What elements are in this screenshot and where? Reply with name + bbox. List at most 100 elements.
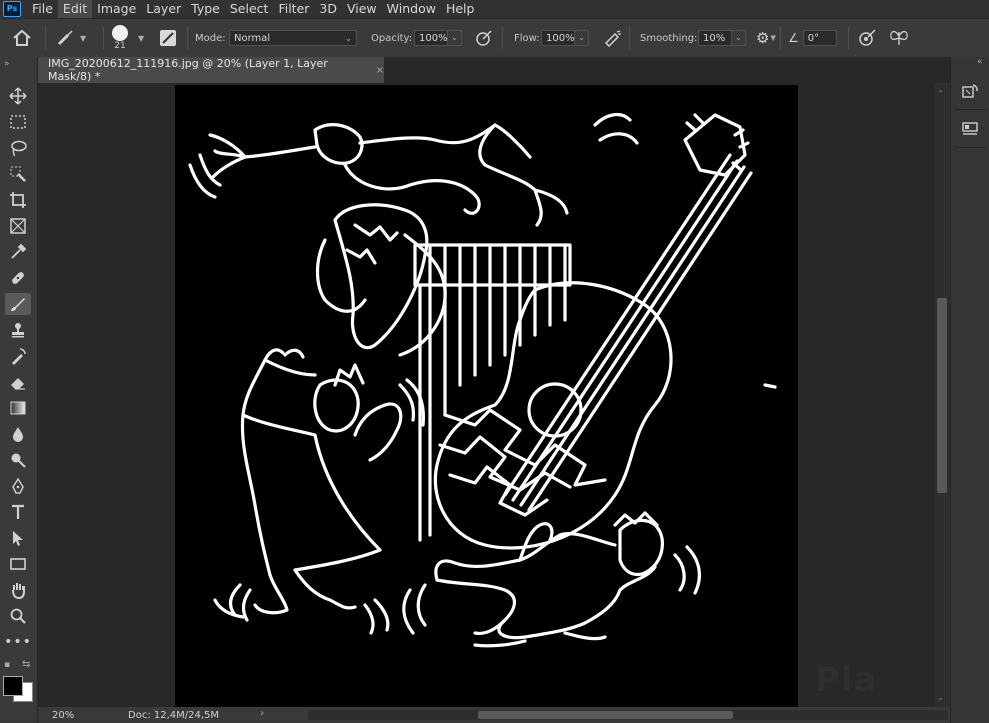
status-bar: 20% Doc: 12,4M/24,5M › xyxy=(38,707,950,723)
blur-icon xyxy=(13,427,23,442)
marquee-icon xyxy=(10,115,26,129)
crop-tool[interactable] xyxy=(5,189,31,211)
chevron-down-icon[interactable]: ▼ xyxy=(138,34,144,43)
document-tab[interactable]: IMG_20200612_111916.jpg @ 20% (Layer 1, … xyxy=(38,57,384,83)
pressure-size-button[interactable] xyxy=(857,19,877,57)
vertical-scrollbar[interactable]: ⌃ ⌄ xyxy=(934,83,950,707)
swap-colors-icon[interactable]: ⇆ xyxy=(22,659,30,670)
smoothing-dropdown[interactable]: ⌄ xyxy=(732,30,746,46)
brush-size-label: 21 xyxy=(114,41,126,51)
edit-toolbar-button[interactable]: ••• xyxy=(4,631,32,653)
chevron-down-icon: ▼ xyxy=(770,34,776,42)
foreground-color-swatch[interactable] xyxy=(3,676,23,696)
stamp-tool[interactable] xyxy=(5,319,31,341)
gradient-tool[interactable] xyxy=(5,397,31,419)
menu-view[interactable]: View xyxy=(342,0,382,18)
collapse-toolbar-icon[interactable]: » xyxy=(4,59,10,69)
more-icon: ••• xyxy=(4,634,32,650)
lasso-icon xyxy=(11,140,27,157)
pen-tool[interactable] xyxy=(5,475,31,497)
angle-input[interactable]: 0° xyxy=(802,30,837,46)
tools-panel: » ••• ▪ ⇆ xyxy=(0,57,38,723)
scroll-up-icon[interactable]: ⌃ xyxy=(937,89,944,98)
horizontal-scroll-thumb[interactable] xyxy=(478,711,733,719)
canvas-area[interactable] xyxy=(38,83,934,707)
lasso-tool[interactable] xyxy=(5,137,31,159)
chevron-down-icon: ⌄ xyxy=(344,34,352,44)
close-icon[interactable]: × xyxy=(376,65,384,76)
brush-settings-button[interactable] xyxy=(158,19,178,57)
dodge-tool[interactable] xyxy=(5,449,31,471)
frame-tool[interactable] xyxy=(5,215,31,237)
type-tool[interactable] xyxy=(5,501,31,523)
flow-input[interactable]: 100% xyxy=(541,30,575,46)
path-select-icon xyxy=(13,531,23,546)
menu-image[interactable]: Image xyxy=(92,0,141,18)
menu-file[interactable]: File xyxy=(27,0,58,18)
airbrush-icon xyxy=(604,30,621,47)
frame-icon xyxy=(10,218,26,234)
menu-bar: Ps File Edit Image Layer Type Select Fil… xyxy=(0,0,989,18)
mode-select[interactable]: Normal ⌄ xyxy=(229,30,357,46)
quick-select-tool[interactable] xyxy=(5,163,31,185)
brush-preset-size[interactable]: 21 xyxy=(112,19,128,57)
move-icon xyxy=(9,87,27,105)
history-panel-button[interactable] xyxy=(960,81,980,101)
flow-dropdown[interactable]: ⌄ xyxy=(575,30,589,46)
healing-tool[interactable] xyxy=(5,267,31,289)
rectangle-tool[interactable] xyxy=(5,553,31,575)
vertical-scroll-thumb[interactable] xyxy=(937,298,947,493)
zoom-icon xyxy=(10,608,26,624)
hand-icon xyxy=(12,583,25,599)
pressure-opacity-button[interactable] xyxy=(475,19,493,57)
move-tool[interactable] xyxy=(5,85,31,107)
history-brush-tool[interactable] xyxy=(5,345,31,367)
marquee-tool[interactable] xyxy=(5,111,31,133)
smoothing-options-button[interactable]: ⚙ ▼ xyxy=(756,19,776,57)
menu-help[interactable]: Help xyxy=(441,0,480,18)
eyedropper-tool[interactable] xyxy=(5,241,31,263)
flow-label: Flow: xyxy=(514,32,540,44)
path-select-tool[interactable] xyxy=(5,527,31,549)
photoshop-logo-icon[interactable]: Ps xyxy=(3,1,21,17)
menu-type[interactable]: Type xyxy=(186,0,225,18)
menu-select[interactable]: Select xyxy=(225,0,274,18)
zoom-level[interactable]: 20% xyxy=(52,710,112,721)
options-bar: ▼ 21 ▼ Mode: Normal ⌄ Opacity: 100% ⌄ Fl… xyxy=(0,18,989,58)
eraser-icon xyxy=(11,378,25,390)
status-menu-arrow[interactable]: › xyxy=(260,708,264,719)
home-button[interactable] xyxy=(12,19,32,57)
brush-tool[interactable] xyxy=(5,293,31,315)
document-canvas[interactable] xyxy=(175,85,798,707)
smoothing-input[interactable]: 10% xyxy=(698,30,732,46)
menu-window[interactable]: Window xyxy=(382,0,441,18)
quick-select-icon xyxy=(10,166,26,182)
symmetry-button[interactable] xyxy=(888,19,910,57)
airbrush-button[interactable] xyxy=(603,19,623,57)
menu-edit[interactable]: Edit xyxy=(57,0,93,18)
crop-icon xyxy=(10,192,26,208)
hand-tool[interactable] xyxy=(5,579,31,601)
menu-filter[interactable]: Filter xyxy=(273,0,314,18)
properties-panel-button[interactable] xyxy=(960,119,980,139)
tool-preset-picker[interactable]: ▼ xyxy=(56,19,86,57)
blur-tool[interactable] xyxy=(5,423,31,445)
zoom-tool[interactable] xyxy=(5,605,31,627)
butterfly-icon xyxy=(890,30,908,45)
opacity-dropdown[interactable]: ⌄ xyxy=(448,30,462,46)
history-brush-icon xyxy=(12,348,26,365)
scroll-down-icon[interactable]: ⌄ xyxy=(937,693,944,702)
eraser-tool[interactable] xyxy=(5,371,31,393)
expand-panels-icon[interactable]: « xyxy=(977,57,983,67)
menu-3d[interactable]: 3D xyxy=(314,0,342,18)
menu-layer[interactable]: Layer xyxy=(141,0,186,18)
stamp-icon xyxy=(12,323,24,338)
default-colors-icon[interactable]: ▪ xyxy=(4,660,10,670)
horizontal-scrollbar[interactable] xyxy=(308,710,948,720)
pen-icon xyxy=(12,477,24,494)
brush-settings-icon xyxy=(160,30,176,46)
brush-icon xyxy=(11,298,25,311)
opacity-input[interactable]: 100% xyxy=(414,30,448,46)
rectangle-icon xyxy=(10,558,26,570)
line-art-illustration xyxy=(188,112,777,648)
